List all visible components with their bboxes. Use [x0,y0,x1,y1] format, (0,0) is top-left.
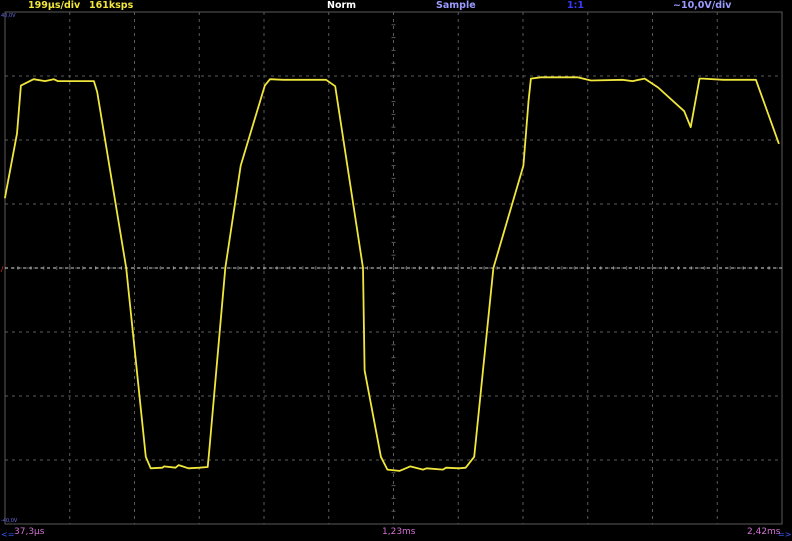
scale-top-label: 40,0V [1,13,16,19]
volts-per-div-readout[interactable]: ~10,0V/div [673,0,731,12]
scope-screen[interactable]: / [0,0,792,541]
trigger-mode-readout[interactable]: Norm [327,0,356,12]
time-start-readout: 37,3µs [14,527,45,537]
time-footer: <= 37,3µs 1,23ms 2,42ms => [0,524,792,541]
time-center-readout: 1,23ms [382,527,416,537]
scroll-right-arrow[interactable]: => [778,529,791,541]
scroll-left-arrow[interactable]: <= [1,529,14,541]
time-end-readout: 2,42ms [747,527,781,537]
timebase-readout[interactable]: 199µs/div [28,0,80,12]
acquisition-mode-readout[interactable]: Sample [436,0,476,12]
status-header: 199µs/div 161ksps Norm Sample 1:1 ~10,0V… [0,0,792,12]
sample-rate-readout: 161ksps [89,0,134,11]
probe-ratio-readout[interactable]: 1:1 [567,0,584,12]
